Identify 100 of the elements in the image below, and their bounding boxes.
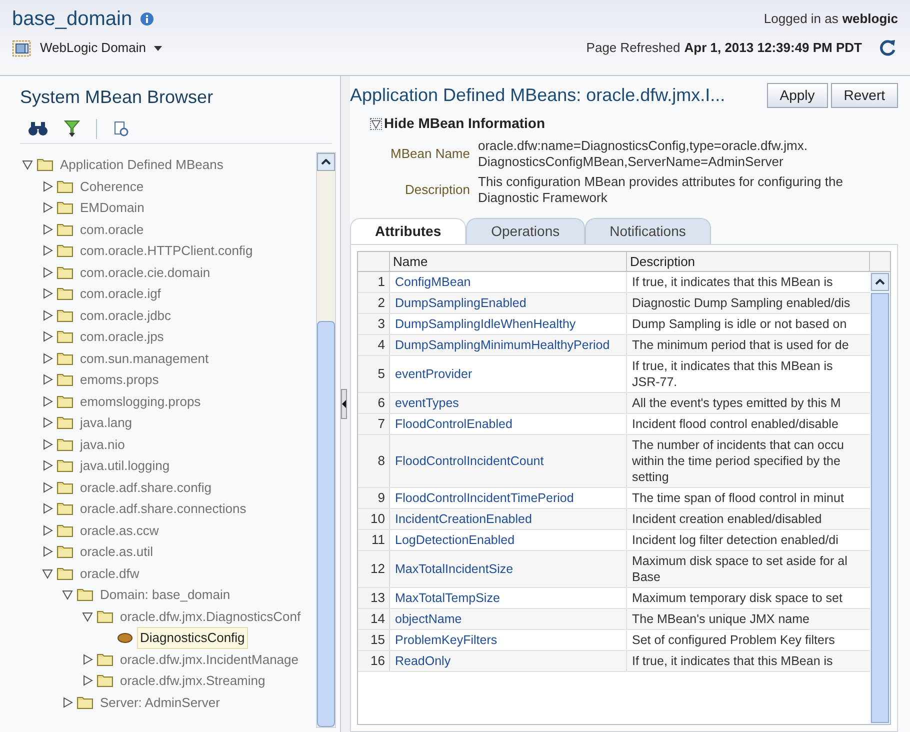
tree-item[interactable]: emoms.props <box>77 369 162 390</box>
expand-triangle-icon[interactable] <box>42 417 53 428</box>
tree-item[interactable]: EMDomain <box>77 197 148 218</box>
attribute-link[interactable]: DumpSamplingMinimumHealthyPeriod <box>395 336 610 354</box>
tab[interactable]: Operations <box>466 218 585 244</box>
tree-item[interactable]: oracle.adf.share.config <box>77 476 215 498</box>
tab[interactable]: Attributes <box>350 218 466 244</box>
tree-item[interactable]: java.nio <box>77 434 128 455</box>
expand-triangle-icon[interactable] <box>42 224 53 235</box>
attribute-link[interactable]: DumpSamplingIdleWhenHealthy <box>395 314 576 334</box>
folder-icon <box>57 352 73 365</box>
attribute-description: Incident log filter detection enabled/di <box>632 532 838 548</box>
attribute-link[interactable]: ProblemKeyFilters <box>395 630 498 650</box>
expand-triangle-icon[interactable] <box>42 438 53 450</box>
folder-icon <box>57 480 73 494</box>
binoculars-icon[interactable] <box>28 121 48 137</box>
column-header[interactable]: Name <box>390 252 627 271</box>
scroll-up-icon[interactable] <box>875 279 885 285</box>
tree-item[interactable]: Coherence <box>77 176 147 197</box>
attribute-link[interactable]: eventProvider <box>395 364 472 384</box>
tree-item[interactable]: Server: AdminServer <box>97 692 223 713</box>
tree-item[interactable]: com.sun.management <box>77 348 212 369</box>
hide-info-toggle[interactable]: Hide MBean Information <box>384 113 546 134</box>
tree-item[interactable]: java.lang <box>77 412 136 434</box>
toolbar-button[interactable]: Apply <box>766 83 828 108</box>
expand-triangle-icon[interactable] <box>42 266 53 278</box>
attribute-link[interactable]: FloodControlEnabled <box>395 414 512 434</box>
tree-item[interactable]: oracle.dfw.jmx.Streaming <box>117 670 268 692</box>
tree-item[interactable]: Application Defined MBeans <box>57 154 226 176</box>
attribute-link[interactable]: eventTypes <box>395 394 459 412</box>
attribute-description: The MBean's unique JMX name <box>632 611 810 627</box>
attribute-link[interactable]: FloodControlIncidentTimePeriod <box>395 488 574 508</box>
expand-triangle-icon[interactable] <box>42 245 53 256</box>
tree-item[interactable]: com.oracle.jps <box>77 326 167 348</box>
attribute-link[interactable]: ConfigMBean <box>395 272 471 292</box>
filter-icon[interactable] <box>64 120 80 138</box>
expand-triangle-icon[interactable] <box>42 524 53 536</box>
tree-item[interactable]: com.oracle <box>77 218 147 240</box>
tree-item[interactable]: com.oracle.HTTPClient.config <box>77 240 256 262</box>
expand-triangle-icon[interactable] <box>42 331 53 342</box>
expand-triangle-icon[interactable] <box>42 374 53 386</box>
expand-triangle-icon[interactable] <box>82 654 93 665</box>
attribute-description: The time span of flood control in minut <box>632 490 844 506</box>
attribute-description: The minimum period that is used for de <box>632 337 849 353</box>
attribute-link[interactable]: objectName <box>395 610 462 628</box>
info-value: oracle.dfw:name=DiagnosticsConfig,type=oracle.dfw.jmx. DiagnosticsConfigMBean,ServerName=AdminServer <box>478 138 808 170</box>
expand-triangle-icon[interactable] <box>42 568 53 579</box>
tree-item[interactable]: Domain: base_domain <box>97 584 234 606</box>
tree-item[interactable]: com.oracle.jdbc <box>77 304 174 326</box>
folder-icon <box>57 416 73 430</box>
expand-triangle-icon[interactable] <box>22 159 33 170</box>
expand-triangle-icon[interactable] <box>82 675 93 686</box>
tab[interactable]: Notifications <box>584 218 711 244</box>
attribute-link[interactable]: IncidentCreationEnabled <box>395 510 532 528</box>
info-icon[interactable] <box>140 12 154 26</box>
attribute-link[interactable]: DumpSamplingEnabled <box>395 294 526 312</box>
tree-item[interactable]: com.oracle.cie.domain <box>77 262 214 283</box>
scroll-up-icon[interactable] <box>321 159 331 165</box>
tree-item[interactable]: com.oracle.igf <box>77 283 164 304</box>
tree-item[interactable]: oracle.dfw <box>77 562 142 584</box>
scrollbar[interactable] <box>316 152 336 728</box>
expand-triangle-icon[interactable] <box>62 589 73 600</box>
tree-item[interactable]: emomslogging.props <box>77 390 204 412</box>
domain-menu[interactable]: WebLogic Domain <box>12 38 162 58</box>
folder-icon <box>57 222 73 236</box>
attribute-link[interactable]: ReadOnly <box>395 652 451 670</box>
expand-triangle-icon[interactable] <box>42 396 53 407</box>
expand-triangle-icon[interactable] <box>42 352 53 364</box>
expand-triangle-icon[interactable] <box>42 546 53 558</box>
refresh-icon[interactable] <box>878 38 898 58</box>
column-header[interactable]: Description <box>627 252 870 271</box>
tree-item[interactable]: oracle.dfw.jmx.DiagnosticsConf <box>117 606 304 627</box>
row-number: 3 <box>358 314 390 334</box>
attribute-link[interactable]: FloodControlIncidentCount <box>395 452 544 470</box>
scrollbar[interactable] <box>870 272 890 724</box>
attribute-link[interactable]: MaxTotalTempSize <box>395 588 500 608</box>
collapse-splitter-handle[interactable] <box>341 389 347 419</box>
refresh-document-icon[interactable] <box>113 121 129 137</box>
row-number: 5 <box>358 356 390 392</box>
expand-triangle-icon[interactable] <box>42 180 53 192</box>
tree-item[interactable]: oracle.as.ccw <box>77 520 162 541</box>
expand-triangle-icon[interactable] <box>82 610 93 622</box>
tree-item[interactable]: oracle.as.util <box>77 541 156 562</box>
expand-triangle-icon[interactable] <box>42 202 53 214</box>
attribute-link[interactable]: LogDetectionEnabled <box>395 530 515 550</box>
collapse-triangle-icon[interactable] <box>370 118 382 130</box>
tree-item[interactable]: oracle.adf.share.connections <box>77 498 250 520</box>
caret-icon <box>154 46 162 50</box>
attribute-link[interactable]: MaxTotalIncidentSize <box>395 560 514 578</box>
expand-triangle-icon[interactable] <box>62 696 73 708</box>
tree-item[interactable]: oracle.dfw.jmx.IncidentManage <box>117 648 302 670</box>
expand-triangle-icon[interactable] <box>42 503 53 514</box>
folder-icon <box>57 373 73 386</box>
expand-triangle-icon[interactable] <box>42 288 53 300</box>
expand-triangle-icon[interactable] <box>42 310 53 321</box>
toolbar-button[interactable]: Revert <box>830 83 898 108</box>
tree-item[interactable]: java.util.logging <box>77 455 173 476</box>
expand-triangle-icon[interactable] <box>42 460 53 472</box>
tree-item[interactable]: DiagnosticsConfig <box>137 627 248 648</box>
expand-triangle-icon[interactable] <box>42 482 53 493</box>
